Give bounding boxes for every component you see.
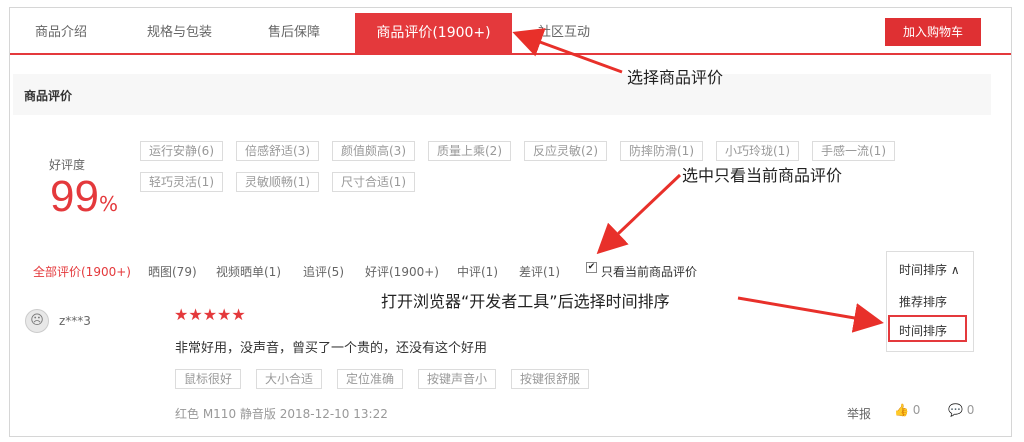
arrow-to-reviews-tab: [512, 28, 623, 74]
arrow-to-only-checkbox: [596, 173, 682, 255]
annotation-arrows: [512, 28, 884, 333]
arrow-to-time-sort: [737, 296, 884, 333]
